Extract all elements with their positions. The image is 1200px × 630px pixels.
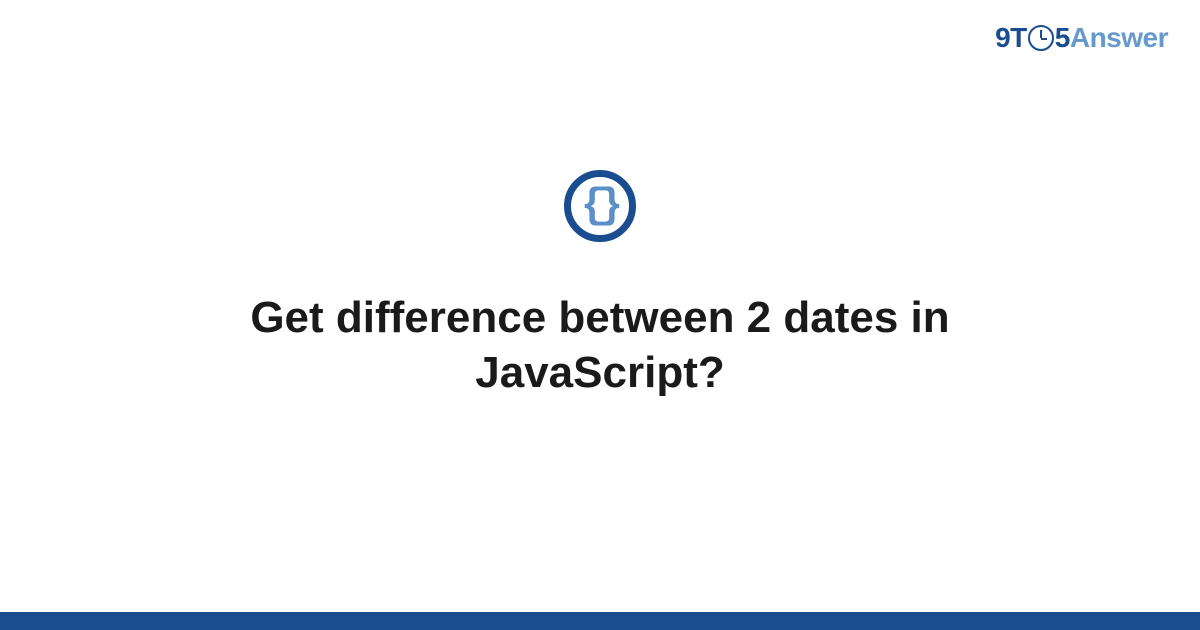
footer-bar <box>0 612 1200 630</box>
question-title: Get difference between 2 dates in JavaSc… <box>150 290 1050 400</box>
braces-glyph: {} <box>581 185 615 227</box>
code-braces-icon: {} <box>564 170 636 242</box>
main-content: {} Get difference between 2 dates in Jav… <box>0 0 1200 630</box>
